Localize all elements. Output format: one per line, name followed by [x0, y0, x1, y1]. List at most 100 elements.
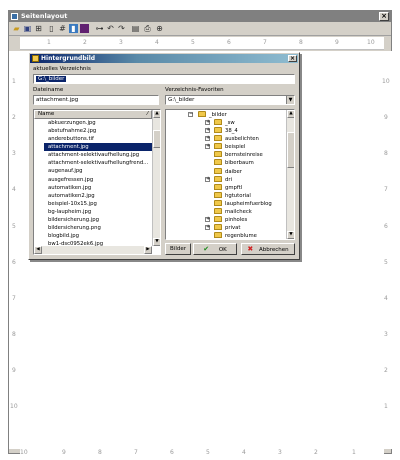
layout-icon[interactable]: ▤: [131, 24, 140, 33]
scroll-thumb[interactable]: [153, 130, 160, 148]
expand-icon[interactable]: +: [205, 120, 210, 125]
list-item[interactable]: attachment-selektivaufhellung.jpg: [48, 151, 139, 159]
current-dir-field[interactable]: G:\_bilder: [33, 74, 295, 84]
list-item[interactable]: bildersicherung.jpg: [48, 216, 99, 224]
window-close-button[interactable]: ×: [379, 12, 389, 21]
ruler-label: 1: [12, 78, 16, 85]
save-icon[interactable]: ▣: [23, 24, 32, 33]
print-icon[interactable]: ⎙: [143, 24, 152, 33]
folder-icon: [214, 232, 222, 238]
app-icon: [11, 13, 18, 20]
ruler-label: 2: [384, 367, 388, 374]
expand-icon[interactable]: +: [205, 136, 210, 141]
list-item[interactable]: augenauf.jpg: [48, 167, 83, 175]
list-item[interactable]: automatiken2.jpg: [48, 192, 95, 200]
folder-icon: [214, 151, 222, 157]
ruler-label: 1: [384, 403, 388, 410]
collapse-icon[interactable]: −: [188, 112, 193, 117]
list-item[interactable]: blogbild.jpg: [48, 232, 79, 240]
expand-icon[interactable]: +: [205, 225, 210, 230]
ok-button[interactable]: ✔ OK: [193, 243, 237, 255]
list-header-name[interactable]: Name ⁄: [34, 110, 152, 119]
page-icon[interactable]: ▯: [47, 24, 56, 33]
window-titlebar: Seitenlayout: [9, 11, 391, 22]
cancel-label: Abbrechen: [258, 247, 289, 253]
checkmark-icon: ✔: [203, 245, 210, 253]
scroll-thumb[interactable]: [287, 132, 294, 168]
folder-icon: [214, 159, 222, 165]
ruler-label: 6: [384, 223, 388, 230]
ruler-label: 4: [12, 186, 16, 193]
list-item[interactable]: attachment-selektivaufhellungfrend...: [48, 159, 148, 167]
list-item[interactable]: ausgefressen.jpg: [48, 176, 93, 184]
tree-node[interactable]: + dri: [205, 176, 232, 184]
folder-icon: [198, 111, 206, 117]
grid-icon[interactable]: #: [58, 24, 67, 33]
tree-node[interactable]: regenblume: [214, 232, 257, 239]
bilder-button[interactable]: Bilder: [165, 243, 191, 255]
tree-node[interactable]: gmpftl: [214, 184, 242, 192]
list-item[interactable]: automatiken.jpg: [48, 184, 91, 192]
dialog-close-button[interactable]: ×: [288, 55, 297, 62]
favorites-select[interactable]: G:\_bilder ▼: [165, 95, 295, 105]
tree-node[interactable]: mailcheck: [214, 208, 252, 216]
ruler-label: 7: [12, 295, 16, 302]
cancel-button[interactable]: ✖ Abbrechen: [241, 243, 295, 255]
tree-node[interactable]: + _sw: [205, 119, 235, 127]
list-item[interactable]: bildersicherung.png: [48, 224, 101, 232]
tree-node[interactable]: hgtutorial: [214, 192, 251, 200]
color-icon[interactable]: [80, 24, 89, 33]
expand-icon[interactable]: +: [205, 177, 210, 182]
expand-icon[interactable]: +: [205, 128, 210, 133]
current-dir-label: aktuelles Verzeichnis: [33, 66, 91, 72]
list-item[interactable]: anderebuttons.tif: [48, 135, 94, 143]
toolbar: ▰ ▣ ⊞ ▯ # ▮ ⊶ ↶ ↷ ▤ ⎙ ⊕: [9, 22, 391, 36]
ruler-label: 2: [83, 39, 87, 46]
tree-node[interactable]: + beispiel: [205, 143, 245, 151]
tree-node[interactable]: + privat: [205, 224, 240, 232]
scroll-down-icon[interactable]: ▼: [153, 238, 160, 246]
tree-node[interactable]: bernsteinreise: [214, 151, 263, 159]
scroll-up-icon[interactable]: ▲: [287, 110, 294, 118]
file-list-scrollbar[interactable]: ▲ ▼: [152, 110, 160, 246]
open-folder-icon[interactable]: ▰: [12, 24, 21, 33]
background-image-icon[interactable]: ▮: [69, 24, 78, 33]
dialog-title: Hintergrundbild: [41, 55, 96, 62]
folder-icon: [214, 184, 222, 190]
list-item-selected[interactable]: attachment.jpg: [44, 143, 156, 152]
background-image-dialog: Hintergrundbild × aktuelles Verzeichnis …: [28, 52, 300, 260]
redo-icon[interactable]: ↷: [117, 24, 126, 33]
tree-root[interactable]: − _bilder: [188, 111, 227, 119]
tree-node[interactable]: +38_4: [205, 127, 238, 135]
scroll-down-icon[interactable]: ▼: [287, 231, 294, 239]
tree-node[interactable]: + pinholes: [205, 216, 247, 224]
file-list-hscrollbar[interactable]: ◀ ▶: [34, 246, 152, 254]
tree-node[interactable]: + ausbelichten: [205, 135, 259, 143]
folder-tree[interactable]: − _bilder + _sw +38_4 + ausbelichten + beis…: [165, 109, 295, 240]
tree-node[interactable]: laupheimfuerblog: [214, 200, 272, 208]
expand-icon[interactable]: +: [205, 217, 210, 222]
expand-icon[interactable]: +: [205, 144, 210, 149]
tree-node[interactable]: daiber: [214, 168, 242, 176]
scroll-right-icon[interactable]: ▶: [144, 246, 152, 254]
properties-icon[interactable]: ⊞: [34, 24, 43, 33]
filename-input[interactable]: attachment.jpg: [33, 95, 159, 105]
scroll-up-icon[interactable]: ▲: [153, 110, 160, 118]
undo-icon[interactable]: ↶: [106, 24, 115, 33]
chevron-down-icon[interactable]: ▼: [286, 96, 294, 104]
folder-tree-scrollbar[interactable]: ▲ ▼: [286, 110, 294, 239]
favorites-value: G:\_bilder: [168, 97, 195, 103]
ruler-label: 10: [20, 449, 28, 456]
list-item[interactable]: bg-laupheim.jpg: [48, 208, 91, 216]
list-item[interactable]: abstufnahme2.jpg: [48, 127, 96, 135]
list-item[interactable]: abkuerzungen.jpg: [48, 119, 96, 127]
zoom-icon[interactable]: ⊕: [155, 24, 164, 33]
folder-icon: [214, 168, 222, 174]
scroll-left-icon[interactable]: ◀: [34, 246, 42, 254]
ruler-label: 9: [335, 39, 339, 46]
align-icon[interactable]: ⊶: [95, 24, 104, 33]
favorites-label: Verzeichnis-Favoriten: [165, 87, 224, 93]
tree-node[interactable]: biberbaum: [214, 159, 254, 167]
list-item[interactable]: beispiel-10x15.jpg: [48, 200, 97, 208]
file-list[interactable]: Name ⁄ abkuerzungen.jpg abstufnahme2.jpg…: [33, 109, 161, 255]
